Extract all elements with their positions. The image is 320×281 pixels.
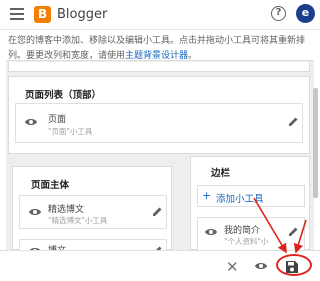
eye-icon[interactable] xyxy=(24,117,38,127)
plus-icon: + xyxy=(202,189,212,202)
widget-type: "个人资料"小 xyxy=(224,237,269,246)
section-title: 页面列表（顶部） xyxy=(25,90,102,101)
widget-name: 精选博文 xyxy=(48,205,85,215)
help-icon[interactable]: ? xyxy=(271,6,286,21)
widget-type: "精选博文"小工具 xyxy=(48,216,108,225)
add-widget-button[interactable]: + 添加小工具 xyxy=(197,185,305,207)
save-highlight-circle xyxy=(276,254,312,276)
section-title: 边栏 xyxy=(211,168,231,179)
preview-eye-icon[interactable] xyxy=(254,261,268,271)
section-page-list-top: 页面列表（顶部） 页面 "页面"小工具 xyxy=(8,76,310,154)
app-title: Blogger xyxy=(57,7,108,22)
pencil-icon[interactable] xyxy=(288,226,299,237)
section-sidebar: 边栏 + 添加小工具 我的简介 "个人资料"小 xyxy=(190,156,310,251)
scrollbar[interactable] xyxy=(313,88,318,198)
widget-type: "页面"小工具 xyxy=(48,127,93,136)
widget-about-me[interactable]: 我的简介 "个人资料"小 xyxy=(197,217,305,251)
widget-featured-post[interactable]: 精选博文 "精选博文"小工具 xyxy=(19,195,167,229)
widget-name: 我的简介 xyxy=(224,226,261,236)
avatar[interactable]: e xyxy=(296,4,315,23)
section-title: 页面主体 xyxy=(31,180,70,191)
logo-letter: B xyxy=(38,7,48,21)
bottom-action-bar: ✕ xyxy=(0,250,320,281)
app-header: B Blogger ? e xyxy=(0,0,320,30)
widget-pages[interactable]: 页面 "页面"小工具 xyxy=(15,103,303,143)
eye-icon[interactable] xyxy=(28,207,42,217)
close-icon[interactable]: ✕ xyxy=(226,258,239,276)
eye-icon[interactable] xyxy=(204,227,218,237)
pencil-icon[interactable] xyxy=(288,116,299,127)
add-widget-label: 添加小工具 xyxy=(216,194,264,205)
top-card-remnant xyxy=(8,62,310,72)
section-main: 页面主体 精选博文 "精选博文"小工具 博文 xyxy=(12,166,172,256)
hamburger-menu-icon[interactable] xyxy=(10,8,24,20)
pencil-icon[interactable] xyxy=(152,206,163,217)
widget-name: 页面 xyxy=(48,115,67,125)
blogger-logo-icon[interactable]: B xyxy=(34,6,51,23)
